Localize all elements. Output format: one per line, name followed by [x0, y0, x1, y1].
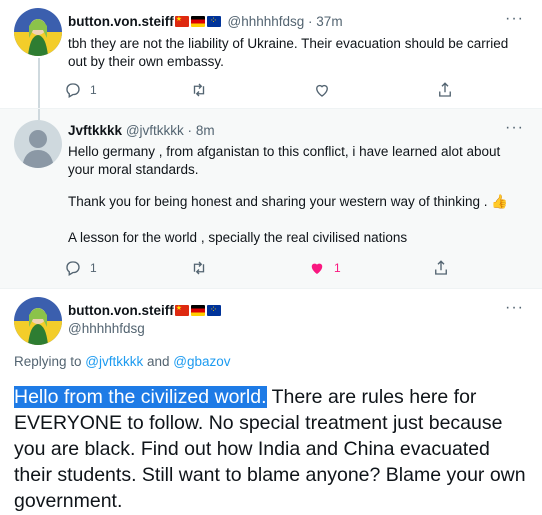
reply-button[interactable]: 1	[64, 259, 97, 277]
eu-flag-icon	[206, 15, 221, 27]
tweet-actions: 1 1	[64, 259, 454, 279]
tweet-paragraph: Thank you for being honest and sharing y…	[68, 194, 509, 209]
mention-link[interactable]: @gbazov	[173, 354, 230, 369]
handle-row: @hhhhhfdsg	[68, 321, 145, 336]
display-name[interactable]: button.von.steiff	[68, 14, 174, 29]
germany-flag-icon	[190, 16, 205, 27]
replying-prefix: Replying to	[14, 354, 86, 369]
germany-flag-icon	[190, 305, 205, 316]
tweet-header: Jvftkkkk @jvftkkkk · 8m	[68, 123, 215, 138]
timestamp[interactable]: 8m	[196, 123, 215, 138]
handle[interactable]: @jvftkkkk	[126, 123, 184, 138]
tweet-1[interactable]: button.von.steiff @hhhhhfdsg · 37m ··· t…	[0, 0, 542, 108]
share-button[interactable]	[436, 81, 454, 99]
retweet-icon	[193, 261, 205, 275]
china-flag-icon	[174, 304, 189, 316]
tweet-text: Hello germany , from afganistan to this …	[68, 143, 528, 247]
tweet-header: button.von.steiff	[68, 303, 224, 318]
reply-button[interactable]: 1	[64, 81, 97, 99]
handle[interactable]: @hhhhhfdsg	[68, 321, 145, 336]
separator: ·	[308, 14, 313, 29]
reply-icon	[66, 261, 80, 276]
flag-emojis	[174, 304, 221, 316]
tweet-text: Hello from the civilized world. There ar…	[14, 384, 529, 514]
tweet-3-focused[interactable]: button.von.steiff @hhhhhfdsg ··· Replyin…	[0, 288, 542, 515]
avatar[interactable]	[14, 8, 62, 56]
retweet-icon	[193, 83, 205, 97]
more-icon[interactable]: ···	[505, 299, 524, 317]
display-name[interactable]: button.von.steiff	[68, 303, 174, 318]
default-avatar-icon	[14, 120, 62, 168]
selected-text: Hello from the civilized world.	[14, 386, 267, 408]
avatar[interactable]	[14, 297, 62, 345]
tweet-paragraph: Hello germany , from afganistan to this …	[68, 144, 501, 177]
flag-emojis	[174, 15, 221, 27]
separator: ·	[187, 123, 193, 138]
tweet-actions: 1	[64, 81, 454, 101]
tweet-text: tbh they are not the liability of Ukrain…	[68, 36, 509, 69]
reply-icon	[66, 83, 80, 98]
reply-count: 1	[90, 83, 97, 97]
share-button[interactable]	[432, 259, 450, 277]
like-button[interactable]	[313, 81, 331, 99]
avatar-image	[14, 8, 62, 56]
like-count: 1	[334, 261, 341, 275]
timestamp[interactable]: 37m	[316, 14, 342, 29]
china-flag-icon	[174, 15, 189, 27]
mention-link[interactable]: @jvftkkkk	[85, 354, 143, 369]
liked-heart-icon	[311, 263, 323, 274]
like-icon	[316, 84, 328, 97]
more-icon[interactable]: ···	[505, 10, 524, 28]
more-icon[interactable]: ···	[505, 119, 524, 137]
avatar[interactable]	[14, 120, 62, 168]
tweet-header: button.von.steiff @hhhhhfdsg · 37m	[68, 14, 343, 29]
display-name[interactable]: Jvftkkkk	[68, 123, 122, 138]
reply-count: 1	[90, 261, 97, 275]
thread-line	[38, 58, 40, 108]
avatar-image	[14, 297, 62, 345]
retweet-button[interactable]	[190, 81, 208, 99]
like-button[interactable]: 1	[308, 259, 341, 277]
eu-flag-icon	[206, 304, 221, 316]
replying-to: Replying to @jvftkkkk and @gbazov	[14, 354, 231, 369]
share-icon	[439, 82, 451, 97]
replying-and: and	[143, 354, 174, 369]
tweet-paragraph: A lesson for the world , specially the r…	[68, 230, 408, 245]
share-icon	[435, 260, 447, 275]
tweet-2[interactable]: Jvftkkkk @jvftkkkk · 8m ··· Hello german…	[0, 108, 542, 288]
retweet-button[interactable]	[190, 259, 208, 277]
thread-line	[38, 109, 40, 120]
handle[interactable]: @hhhhhfdsg	[228, 14, 305, 29]
